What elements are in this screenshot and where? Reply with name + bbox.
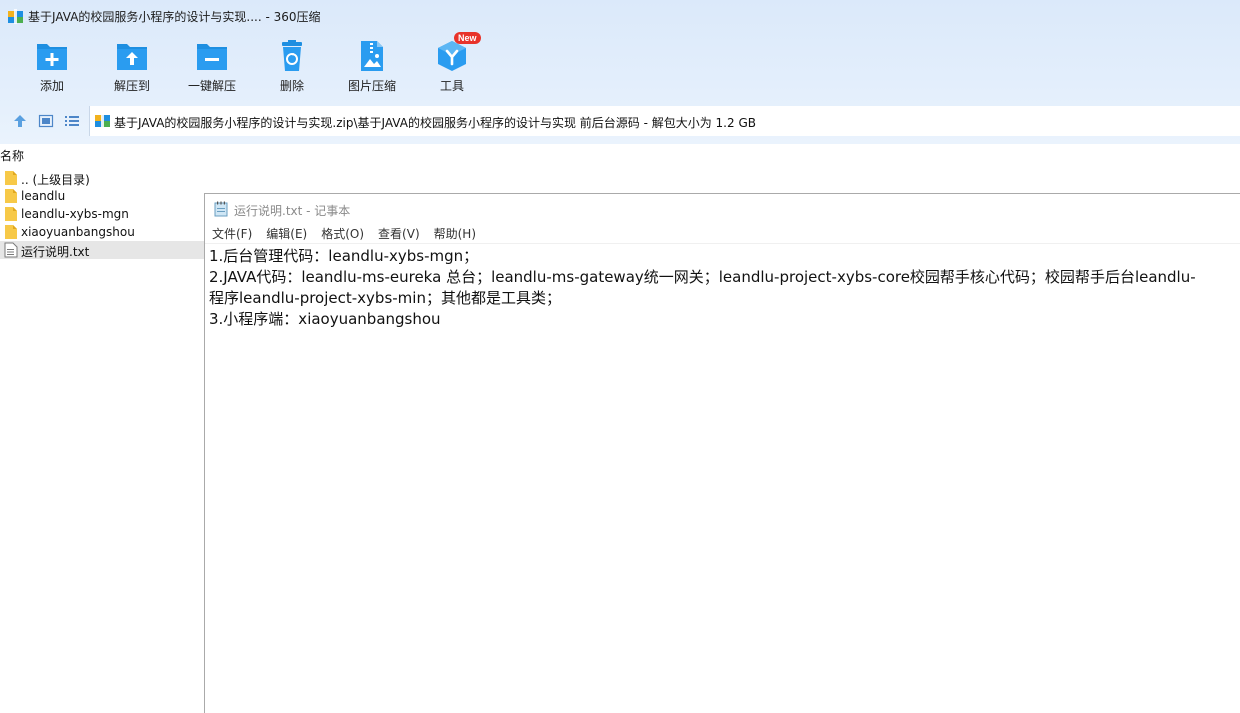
app-root: 基于JAVA的校园服务小程序的设计与实现.... - 360压缩 添加 解压到: [0, 0, 1240, 713]
menu-view[interactable]: 查看(V): [378, 225, 420, 243]
notepad-window: 运行说明.txt - 记事本 文件(F) 编辑(E) 格式(O) 查看(V) 帮…: [204, 193, 1240, 713]
list-view-icon[interactable]: [64, 113, 80, 129]
window-title: 基于JAVA的校园服务小程序的设计与实现.... - 360压缩: [28, 10, 321, 24]
add-icon: [37, 44, 67, 70]
add-label: 添加: [39, 79, 64, 93]
navigation-bar: 基于JAVA的校园服务小程序的设计与实现.zip\基于JAVA的校园服务小程序的…: [0, 106, 1240, 136]
file-row-readme-txt[interactable]: 运行说明.txt: [0, 241, 204, 259]
file-row-leandlu[interactable]: leandlu: [0, 187, 204, 205]
file-name: leandlu-xybs-mgn: [21, 207, 129, 221]
image-compress-label: 图片压缩: [347, 79, 396, 93]
text-file-icon: [4, 242, 18, 258]
folder-icon: [5, 207, 17, 221]
one-click-extract-label: 一键解压: [187, 79, 236, 93]
notepad-menu-bar: 文件(F) 编辑(E) 格式(O) 查看(V) 帮助(H): [205, 225, 483, 243]
menu-file[interactable]: 文件(F): [212, 225, 252, 243]
column-header-name[interactable]: 名称: [0, 147, 24, 164]
text-line: 2.JAVA代码：leandlu-ms-eureka 总台；leandlu-ms…: [209, 268, 1196, 286]
folder-icon: [5, 189, 17, 203]
address-path: 基于JAVA的校园服务小程序的设计与实现.zip\基于JAVA的校园服务小程序的…: [114, 116, 756, 130]
menu-divider: [205, 243, 1240, 244]
image-compress-icon: [361, 41, 383, 71]
one-click-extract-button[interactable]: 一键解压: [172, 38, 252, 98]
delete-icon: [282, 40, 302, 71]
file-name: 运行说明.txt: [21, 245, 90, 259]
text-line: 3.小程序端：xiaoyuanbangshou: [209, 310, 441, 328]
file-name: leandlu: [21, 189, 66, 203]
image-compress-button[interactable]: 图片压缩: [332, 38, 412, 98]
one-click-extract-icon: [197, 44, 227, 70]
menu-help[interactable]: 帮助(H): [434, 225, 476, 243]
file-name: xiaoyuanbangshou: [21, 225, 135, 239]
text-line: 1.后台管理代码：leandlu-xybs-mgn；: [209, 247, 479, 265]
up-arrow-icon[interactable]: [12, 113, 28, 129]
file-row-parent-directory[interactable]: .. (上级目录): [0, 169, 204, 187]
file-name: .. (上级目录): [21, 173, 90, 187]
folder-icon: [5, 171, 17, 185]
menu-format[interactable]: 格式(O): [321, 225, 364, 243]
delete-button[interactable]: 删除: [252, 38, 332, 98]
tools-button[interactable]: New 工具: [412, 32, 492, 98]
delete-label: 删除: [279, 79, 304, 93]
file-row-xiaoyuanbangshou[interactable]: xiaoyuanbangshou: [0, 223, 204, 241]
tools-icon: [438, 41, 466, 71]
text-line: 程序leandlu-project-xybs-min；其他都是工具类；: [209, 289, 561, 307]
archive-app-icon: [8, 9, 23, 24]
file-row-leandlu-xybs-mgn[interactable]: leandlu-xybs-mgn: [0, 205, 204, 223]
notepad-icon: [214, 201, 228, 217]
add-button[interactable]: 添加: [12, 38, 92, 98]
extract-to-button[interactable]: 解压到: [92, 38, 172, 98]
tools-label: 工具: [439, 79, 464, 93]
main-toolbar: 添加 解压到 一键解压 删除 图片压缩 New 工具: [12, 32, 492, 98]
title-bar: 基于JAVA的校园服务小程序的设计与实现.... - 360压缩: [0, 0, 1240, 33]
address-bar[interactable]: 基于JAVA的校园服务小程序的设计与实现.zip\基于JAVA的校园服务小程序的…: [89, 106, 1240, 136]
archive-icon: [95, 113, 110, 128]
folder-icon: [5, 225, 17, 239]
file-list: .. (上级目录) leandlu leandlu-xybs-mgn xiaoy…: [0, 169, 204, 259]
notepad-title: 运行说明.txt - 记事本: [234, 204, 351, 218]
menu-edit[interactable]: 编辑(E): [266, 225, 307, 243]
zip-header: 基于JAVA的校园服务小程序的设计与实现.... - 360压缩 添加 解压到: [0, 0, 1240, 144]
new-badge: New: [454, 32, 481, 44]
extract-to-label: 解压到: [113, 79, 150, 93]
extract-to-icon: [117, 44, 147, 70]
thumbnail-view-icon[interactable]: [38, 113, 54, 129]
notepad-text-area[interactable]: 1.后台管理代码：leandlu-xybs-mgn； 2.JAVA代码：lean…: [209, 246, 1239, 330]
